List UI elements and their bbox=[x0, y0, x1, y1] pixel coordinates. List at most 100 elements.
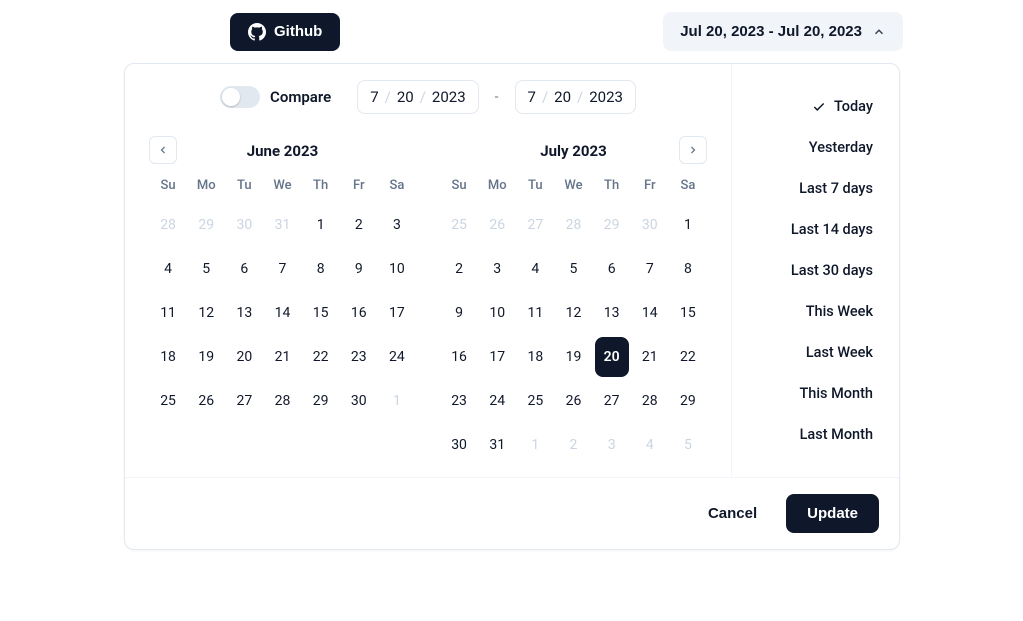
day-cell[interactable]: 28 bbox=[265, 381, 299, 421]
day-cell[interactable]: 18 bbox=[151, 337, 185, 377]
preset-item[interactable]: Last 14 days bbox=[744, 211, 887, 248]
compare-toggle[interactable] bbox=[220, 86, 260, 108]
day-cell[interactable]: 21 bbox=[633, 337, 667, 377]
day-cell[interactable]: 10 bbox=[480, 293, 514, 333]
day-cell[interactable]: 7 bbox=[633, 249, 667, 289]
day-cell[interactable]: 30 bbox=[227, 205, 261, 245]
day-cell[interactable]: 1 bbox=[304, 205, 338, 245]
day-cell[interactable]: 20 bbox=[227, 337, 261, 377]
day-cell[interactable]: 14 bbox=[265, 293, 299, 333]
day-cell[interactable]: 3 bbox=[480, 249, 514, 289]
day-cell[interactable]: 24 bbox=[480, 381, 514, 421]
day-cell[interactable]: 5 bbox=[671, 425, 705, 465]
weekday-header: We bbox=[263, 174, 301, 203]
day-cell[interactable]: 1 bbox=[518, 425, 552, 465]
day-cell[interactable]: 22 bbox=[304, 337, 338, 377]
day-cell[interactable]: 31 bbox=[480, 425, 514, 465]
preset-item[interactable]: Yesterday bbox=[744, 129, 887, 166]
day-cell[interactable]: 30 bbox=[442, 425, 476, 465]
day-cell[interactable]: 8 bbox=[304, 249, 338, 289]
day-cell[interactable]: 15 bbox=[671, 293, 705, 333]
day-cell[interactable]: 23 bbox=[442, 381, 476, 421]
preset-item[interactable]: This Month bbox=[744, 375, 887, 412]
day-cell[interactable]: 16 bbox=[342, 293, 376, 333]
day-cell[interactable]: 14 bbox=[633, 293, 667, 333]
day-cell[interactable]: 13 bbox=[227, 293, 261, 333]
github-button[interactable]: Github bbox=[230, 13, 340, 51]
day-cell[interactable]: 5 bbox=[189, 249, 223, 289]
day-cell[interactable]: 23 bbox=[342, 337, 376, 377]
day-cell[interactable]: 11 bbox=[151, 293, 185, 333]
preset-item[interactable]: Last 7 days bbox=[744, 170, 887, 207]
day-cell[interactable]: 4 bbox=[151, 249, 185, 289]
day-cell[interactable]: 10 bbox=[380, 249, 414, 289]
day-cell[interactable]: 16 bbox=[442, 337, 476, 377]
day-cell[interactable]: 3 bbox=[380, 205, 414, 245]
day-cell[interactable]: 24 bbox=[380, 337, 414, 377]
day-cell[interactable]: 3 bbox=[595, 425, 629, 465]
date-from-input[interactable]: 7 / 20 / 2023 bbox=[357, 80, 478, 114]
day-cell[interactable]: 26 bbox=[189, 381, 223, 421]
day-cell[interactable]: 18 bbox=[518, 337, 552, 377]
weekday-header: Sa bbox=[669, 174, 707, 203]
day-cell[interactable]: 29 bbox=[189, 205, 223, 245]
day-cell[interactable]: 2 bbox=[342, 205, 376, 245]
day-cell[interactable]: 4 bbox=[518, 249, 552, 289]
preset-label: This Week bbox=[806, 303, 873, 320]
day-cell[interactable]: 6 bbox=[227, 249, 261, 289]
day-cell[interactable]: 2 bbox=[442, 249, 476, 289]
day-cell[interactable]: 9 bbox=[442, 293, 476, 333]
day-cell[interactable]: 13 bbox=[595, 293, 629, 333]
day-cell[interactable]: 20 bbox=[595, 337, 629, 377]
day-cell[interactable]: 12 bbox=[556, 293, 590, 333]
day-cell[interactable]: 25 bbox=[151, 381, 185, 421]
update-button[interactable]: Update bbox=[786, 494, 879, 533]
day-cell[interactable]: 17 bbox=[380, 293, 414, 333]
day-cell[interactable]: 27 bbox=[227, 381, 261, 421]
day-cell[interactable]: 22 bbox=[671, 337, 705, 377]
day-cell[interactable]: 25 bbox=[442, 205, 476, 245]
day-cell[interactable]: 6 bbox=[595, 249, 629, 289]
github-icon bbox=[248, 23, 266, 41]
day-cell[interactable]: 30 bbox=[633, 205, 667, 245]
day-cell[interactable]: 30 bbox=[342, 381, 376, 421]
day-cell[interactable]: 27 bbox=[518, 205, 552, 245]
day-cell[interactable]: 12 bbox=[189, 293, 223, 333]
day-cell[interactable]: 25 bbox=[518, 381, 552, 421]
day-cell[interactable]: 28 bbox=[556, 205, 590, 245]
day-cell[interactable]: 7 bbox=[265, 249, 299, 289]
compare-label: Compare bbox=[270, 88, 331, 106]
day-cell[interactable]: 15 bbox=[304, 293, 338, 333]
day-cell[interactable]: 9 bbox=[342, 249, 376, 289]
preset-item[interactable]: Last Month bbox=[744, 416, 887, 453]
cancel-button[interactable]: Cancel bbox=[687, 494, 778, 533]
day-cell[interactable]: 28 bbox=[633, 381, 667, 421]
day-cell[interactable]: 19 bbox=[189, 337, 223, 377]
day-cell[interactable]: 2 bbox=[556, 425, 590, 465]
day-cell[interactable]: 5 bbox=[556, 249, 590, 289]
day-cell[interactable]: 29 bbox=[671, 381, 705, 421]
day-cell[interactable]: 27 bbox=[595, 381, 629, 421]
day-cell[interactable]: 19 bbox=[556, 337, 590, 377]
day-cell[interactable]: 8 bbox=[671, 249, 705, 289]
daterange-button[interactable]: Jul 20, 2023 - Jul 20, 2023 bbox=[663, 12, 903, 51]
day-cell[interactable]: 17 bbox=[480, 337, 514, 377]
weekday-header: Th bbox=[302, 174, 340, 203]
preset-label: Last Week bbox=[806, 344, 873, 361]
day-cell[interactable]: 29 bbox=[304, 381, 338, 421]
day-cell[interactable]: 26 bbox=[480, 205, 514, 245]
day-cell[interactable]: 4 bbox=[633, 425, 667, 465]
preset-item[interactable]: Today bbox=[744, 88, 887, 125]
preset-item[interactable]: Last Week bbox=[744, 334, 887, 371]
preset-item[interactable]: Last 30 days bbox=[744, 252, 887, 289]
preset-item[interactable]: This Week bbox=[744, 293, 887, 330]
day-cell[interactable]: 29 bbox=[595, 205, 629, 245]
day-cell[interactable]: 28 bbox=[151, 205, 185, 245]
day-cell[interactable]: 1 bbox=[380, 381, 414, 421]
day-cell[interactable]: 26 bbox=[556, 381, 590, 421]
day-cell[interactable]: 31 bbox=[265, 205, 299, 245]
day-cell[interactable]: 21 bbox=[265, 337, 299, 377]
day-cell[interactable]: 1 bbox=[671, 205, 705, 245]
day-cell[interactable]: 11 bbox=[518, 293, 552, 333]
date-to-input[interactable]: 7 / 20 / 2023 bbox=[515, 80, 636, 114]
